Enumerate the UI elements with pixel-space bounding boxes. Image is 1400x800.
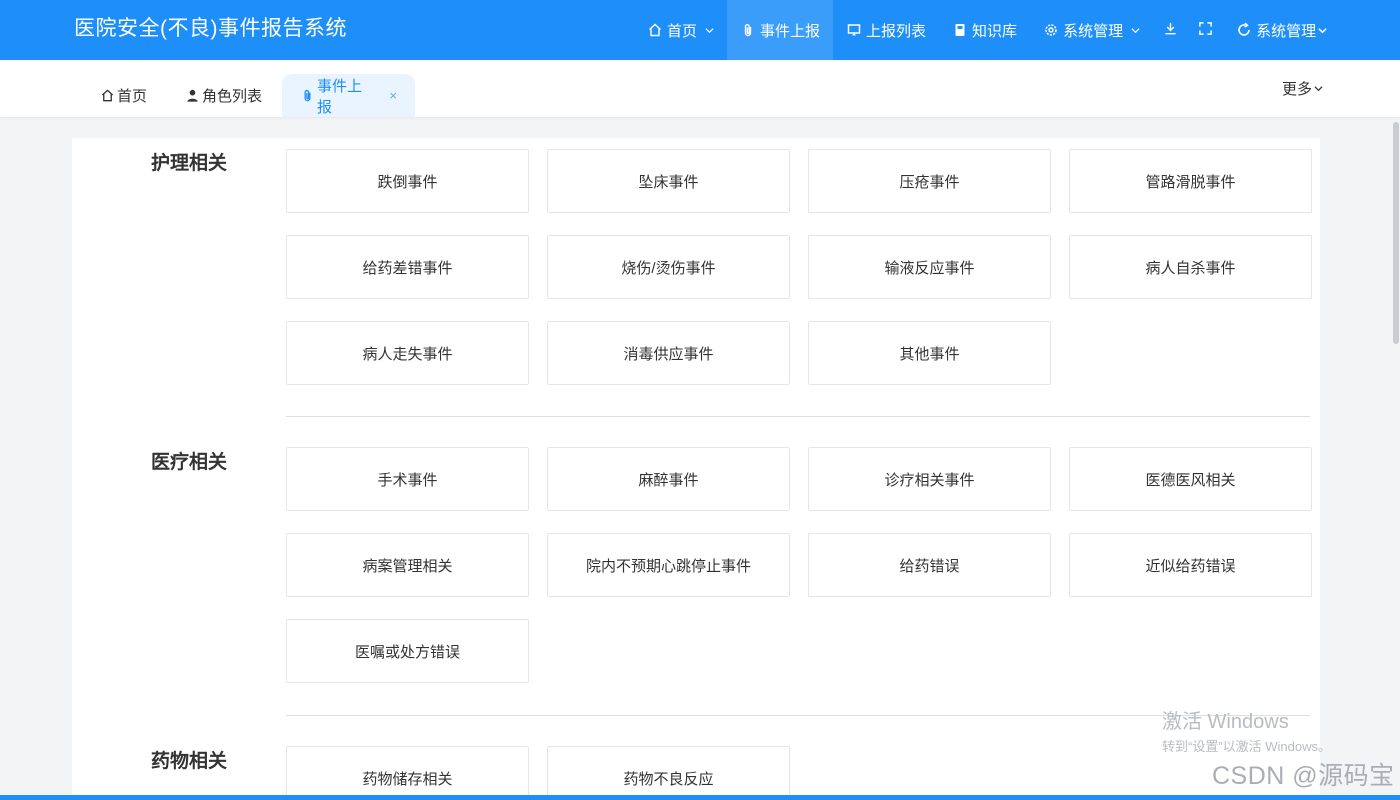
section-title: 护理相关 <box>151 153 228 174</box>
app-title: 医院安全(不良)事件报告系统 <box>74 17 347 40</box>
user-menu[interactable]: 系统管理 <box>1223 0 1340 60</box>
event-card[interactable]: 病人自杀事件 <box>1069 235 1312 299</box>
event-card[interactable]: 烧伤/烫伤事件 <box>547 235 790 299</box>
tab-role-list-label: 角色列表 <box>202 88 263 105</box>
chevron-down-icon <box>1314 84 1323 93</box>
event-card[interactable]: 给药错误 <box>808 533 1051 597</box>
download-button[interactable] <box>1153 0 1188 60</box>
nav-knowledge-base[interactable]: 知识库 <box>939 0 1030 60</box>
book-icon <box>952 22 968 38</box>
event-category-panel: 护理相关 跌倒事件 坠床事件 压疮事件 管路滑脱事件 给药差错事件 烧伤/烫伤事… <box>72 138 1320 800</box>
event-card[interactable]: 压疮事件 <box>808 149 1051 213</box>
page-scrollbar[interactable] <box>1393 122 1399 344</box>
event-grid: 药物储存相关 药物不良反应 <box>286 746 1310 800</box>
user-icon <box>185 88 200 103</box>
paperclip-icon <box>740 22 756 38</box>
fullscreen-icon <box>1198 21 1213 40</box>
windows-watermark-line2: 转到“设置”以激活 Windows。 <box>1162 739 1332 754</box>
home-icon <box>647 22 663 38</box>
event-card[interactable]: 药物不良反应 <box>547 746 790 800</box>
more-tabs-dropdown[interactable]: 更多 <box>1282 78 1323 99</box>
nav-home-label: 首页 <box>667 22 698 40</box>
nav-home[interactable]: 首页 <box>634 0 727 60</box>
csdn-watermark: CSDN @源码宝 <box>1212 762 1395 790</box>
event-card[interactable]: 麻醉事件 <box>547 447 790 511</box>
event-card[interactable]: 输液反应事件 <box>808 235 1051 299</box>
nav-system-management-label: 系统管理 <box>1063 22 1124 40</box>
paperclip-icon <box>300 88 315 103</box>
nav-report-list-label: 上报列表 <box>866 22 927 40</box>
section-title: 药物相关 <box>151 751 228 772</box>
user-menu-label: 系统管理 <box>1256 22 1317 40</box>
event-card[interactable]: 管路滑脱事件 <box>1069 149 1312 213</box>
top-navigation-bar: 医院安全(不良)事件报告系统 首页 事件上报 上报列表 知识库 系统管理 系统管… <box>0 0 1400 60</box>
tab-home[interactable]: 首页 <box>82 74 165 117</box>
event-card[interactable]: 医德医风相关 <box>1069 447 1312 511</box>
event-card[interactable]: 病案管理相关 <box>286 533 529 597</box>
section-divider <box>286 416 1310 417</box>
tab-role-list[interactable]: 角色列表 <box>167 74 280 117</box>
home-icon <box>100 88 115 103</box>
monitor-icon <box>846 22 862 38</box>
event-card[interactable]: 消毒供应事件 <box>547 321 790 385</box>
chevron-down-icon <box>1131 26 1140 35</box>
more-label: 更多 <box>1281 81 1312 98</box>
windows-activation-watermark: 激活 Windows 转到“设置”以激活 Windows。 <box>1162 709 1331 757</box>
download-icon <box>1163 21 1178 40</box>
event-grid: 跌倒事件 坠床事件 压疮事件 管路滑脱事件 给药差错事件 烧伤/烫伤事件 输液反… <box>286 149 1312 385</box>
tab-bar: 首页 角色列表 事件上报 × 更多 <box>0 60 1400 117</box>
bottom-accent-strip <box>0 795 1400 800</box>
windows-watermark-line1: 激活 Windows <box>1162 711 1289 733</box>
event-grid: 手术事件 麻醉事件 诊疗相关事件 医德医风相关 病案管理相关 院内不预期心跳停止… <box>286 447 1312 683</box>
nav-report-event-label: 事件上报 <box>760 22 821 40</box>
nav-knowledge-base-label: 知识库 <box>972 22 1018 40</box>
event-card[interactable]: 近似给药错误 <box>1069 533 1312 597</box>
nav-report-event[interactable]: 事件上报 <box>727 0 834 60</box>
section-title: 医疗相关 <box>151 452 228 473</box>
event-card[interactable]: 其他事件 <box>808 321 1051 385</box>
section-divider <box>286 715 1310 716</box>
tab-home-label: 首页 <box>117 88 148 105</box>
event-card[interactable]: 手术事件 <box>286 447 529 511</box>
event-card[interactable]: 诊疗相关事件 <box>808 447 1051 511</box>
nav-report-list[interactable]: 上报列表 <box>833 0 939 60</box>
close-icon[interactable]: × <box>389 88 397 103</box>
event-card[interactable]: 病人走失事件 <box>286 321 529 385</box>
event-card[interactable]: 院内不预期心跳停止事件 <box>547 533 790 597</box>
chevron-down-icon <box>1318 26 1327 35</box>
gear-icon <box>1043 22 1059 38</box>
chevron-down-icon <box>705 26 714 35</box>
event-card[interactable]: 给药差错事件 <box>286 235 529 299</box>
tab-report-event[interactable]: 事件上报 × <box>282 74 415 117</box>
main-nav: 首页 事件上报 上报列表 知识库 系统管理 系统管理 <box>634 0 1340 60</box>
event-card[interactable]: 坠床事件 <box>547 149 790 213</box>
event-card[interactable]: 药物储存相关 <box>286 746 529 800</box>
refresh-icon <box>1236 22 1252 38</box>
tab-report-event-label: 事件上报 <box>317 77 363 116</box>
nav-system-management[interactable]: 系统管理 <box>1030 0 1153 60</box>
event-card[interactable]: 跌倒事件 <box>286 149 529 213</box>
fullscreen-button[interactable] <box>1188 0 1223 60</box>
event-card[interactable]: 医嘱或处方错误 <box>286 619 529 683</box>
